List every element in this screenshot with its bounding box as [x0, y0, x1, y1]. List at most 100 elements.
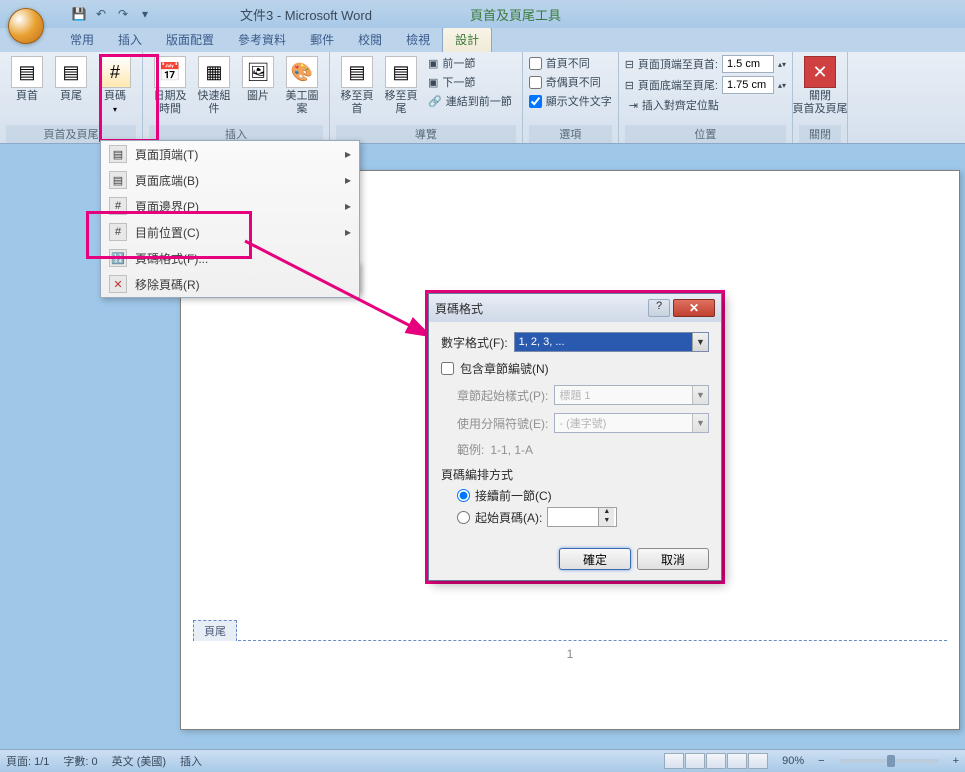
dialog-close-button[interactable]: ✕ — [673, 299, 715, 317]
number-format-combo[interactable]: 1, 2, 3, ... ▼ — [514, 332, 709, 352]
redo-icon[interactable]: ↷ — [114, 5, 132, 23]
separator-combo: - (連字號) ▼ — [554, 413, 709, 433]
status-page[interactable]: 頁面: 1/1 — [6, 753, 49, 769]
page-number-field[interactable]: 1 — [567, 647, 574, 661]
quickparts-button[interactable]: ▦快速組件 — [193, 54, 235, 125]
close-header-footer-button[interactable]: ✕關閉 頁首及頁尾 — [799, 54, 841, 125]
show-doc-text-checkbox[interactable] — [529, 95, 542, 108]
menu-item-remove-page-numbers[interactable]: ✕移除頁碼(R) — [101, 271, 359, 297]
chevron-right-icon: ▸ — [345, 173, 351, 187]
page-number-button[interactable]: #頁碼▾ — [94, 54, 136, 125]
goto-header-button[interactable]: ▤移至頁首 — [336, 54, 378, 125]
diff-odd-even-checkbox[interactable] — [529, 76, 542, 89]
start-at-input[interactable] — [548, 508, 598, 526]
cancel-button[interactable]: 取消 — [637, 548, 709, 570]
prev-section-button[interactable]: ▣前一節 — [424, 54, 516, 72]
status-bar: 頁面: 1/1 字數: 0 英文 (美國) 插入 90% − + — [0, 749, 965, 772]
status-word-count[interactable]: 字數: 0 — [63, 753, 97, 769]
tab-insert[interactable]: 插入 — [106, 27, 154, 52]
annotation-highlight-dialog: 頁碼格式 ? ✕ 數字格式(F): 1, 2, 3, ... ▼ 包含章節編號(… — [425, 290, 725, 584]
group-label: 位置 — [625, 125, 786, 143]
tab-references[interactable]: 參考資料 — [226, 27, 298, 52]
prev-icon: ▣ — [428, 57, 438, 70]
separator-value: - (連字號) — [555, 415, 692, 431]
continue-radio[interactable] — [457, 489, 470, 502]
save-icon[interactable]: 💾 — [70, 5, 88, 23]
remove-icon: ✕ — [109, 275, 127, 293]
menu-item-current-position[interactable]: #目前位置(C)▸ — [101, 219, 359, 245]
qat-more-icon[interactable]: ▾ — [136, 5, 154, 23]
spin-down-icon[interactable]: ▼ — [599, 517, 614, 526]
page-number-format-dialog: 頁碼格式 ? ✕ 數字格式(F): 1, 2, 3, ... ▼ 包含章節編號(… — [428, 293, 722, 581]
zoom-slider[interactable] — [839, 759, 939, 763]
example-label: 範例: — [457, 441, 484, 458]
zoom-slider-thumb[interactable] — [887, 755, 895, 767]
header-top-input[interactable] — [722, 55, 774, 73]
zoom-in-button[interactable]: + — [953, 755, 959, 767]
group-label: 選項 — [529, 125, 612, 143]
align-tab-button[interactable]: ⇥插入對齊定位點 — [625, 96, 786, 114]
number-format-label: 數字格式(F): — [441, 334, 508, 351]
tab-layout[interactable]: 版面配置 — [154, 27, 226, 52]
start-at-radio[interactable] — [457, 511, 470, 524]
dialog-titlebar[interactable]: 頁碼格式 ? ✕ — [429, 294, 721, 322]
datetime-button[interactable]: 📅日期及 時間 — [149, 54, 191, 125]
menu-item-format-page-numbers[interactable]: 🔢頁碼格式(F)... — [101, 245, 359, 271]
diff-odd-label: 奇偶頁不同 — [546, 74, 601, 90]
view-print-layout-button[interactable] — [664, 753, 684, 769]
view-web-layout-button[interactable] — [706, 753, 726, 769]
footer-bot-input[interactable] — [722, 76, 774, 94]
next-section-button[interactable]: ▣下一節 — [424, 73, 516, 91]
ok-button[interactable]: 確定 — [559, 548, 631, 570]
ribbon: ▤頁首 ▤頁尾 #頁碼▾ 頁首及頁尾 📅日期及 時間 ▦快速組件 🖼圖片 🎨美工… — [0, 52, 965, 144]
link-prev-button[interactable]: 🔗連結到前一節 — [424, 92, 516, 110]
dialog-title-text: 頁碼格式 — [435, 300, 483, 317]
status-language[interactable]: 英文 (美國) — [112, 753, 166, 769]
zoom-value[interactable]: 90% — [782, 755, 804, 767]
tab-review[interactable]: 校閱 — [346, 27, 394, 52]
chapter-style-combo: 標題 1 ▼ — [554, 385, 709, 405]
tab-home[interactable]: 常用 — [58, 27, 106, 52]
numbering-group-label: 頁碼編排方式 — [441, 466, 709, 483]
view-buttons — [664, 753, 768, 769]
chevron-right-icon: ▸ — [345, 225, 351, 239]
tab-view[interactable]: 檢視 — [394, 27, 442, 52]
goto-footer-button[interactable]: ▤移至頁尾 — [380, 54, 422, 125]
spin-up-icon[interactable]: ▲ — [599, 508, 614, 517]
tab-icon: ⇥ — [629, 99, 638, 112]
office-button[interactable] — [0, 0, 40, 28]
dialog-help-button[interactable]: ? — [648, 299, 670, 317]
goto-footer-icon: ▤ — [385, 56, 417, 88]
page-number-icon: # — [99, 56, 131, 88]
footer-button[interactable]: ▤頁尾 — [50, 54, 92, 125]
ribbon-group-header-footer: ▤頁首 ▤頁尾 #頁碼▾ 頁首及頁尾 — [0, 52, 143, 143]
next-icon: ▣ — [428, 76, 438, 89]
title-bar: 💾 ↶ ↷ ▾ 文件3 - Microsoft Word 頁首及頁尾工具 — [0, 0, 965, 28]
menu-item-page-margins[interactable]: #頁面邊界(P)▸ — [101, 193, 359, 219]
header-button[interactable]: ▤頁首 — [6, 54, 48, 125]
menu-item-top-of-page[interactable]: ▤頁面頂端(T)▸ — [101, 141, 359, 167]
picture-button[interactable]: 🖼圖片 — [237, 54, 279, 125]
view-draft-button[interactable] — [748, 753, 768, 769]
view-outline-button[interactable] — [727, 753, 747, 769]
chevron-right-icon: ▸ — [345, 199, 351, 213]
zoom-out-button[interactable]: − — [818, 755, 824, 767]
tab-design[interactable]: 設計 — [442, 26, 492, 52]
view-full-screen-button[interactable] — [685, 753, 705, 769]
context-tab-title: 頁首及頁尾工具 — [470, 5, 561, 24]
status-insert-mode[interactable]: 插入 — [180, 753, 202, 769]
number-format-value: 1, 2, 3, ... — [515, 336, 692, 348]
ruler-icon: ⊟ — [625, 58, 634, 71]
chevron-right-icon: ▸ — [345, 147, 351, 161]
footer-bot-label: 頁面底端至頁尾: — [638, 77, 718, 93]
start-at-spinner[interactable]: ▲▼ — [547, 507, 617, 527]
menu-item-bottom-of-page[interactable]: ▤頁面底端(B)▸ — [101, 167, 359, 193]
chevron-down-icon[interactable]: ▼ — [692, 333, 708, 351]
undo-icon[interactable]: ↶ — [92, 5, 110, 23]
diff-first-checkbox[interactable] — [529, 57, 542, 70]
clipart-button[interactable]: 🎨美工圖案 — [281, 54, 323, 125]
tab-mailings[interactable]: 郵件 — [298, 27, 346, 52]
include-chapter-checkbox[interactable] — [441, 362, 454, 375]
header-top-label: 頁面頂端至頁首: — [638, 56, 718, 72]
start-at-label: 起始頁碼(A): — [475, 509, 542, 526]
